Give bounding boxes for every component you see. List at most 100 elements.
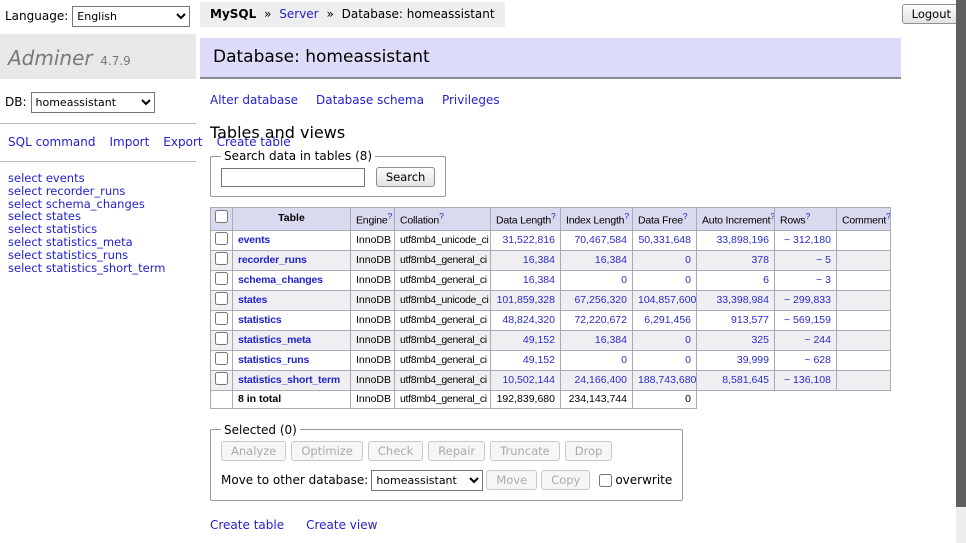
data-free-cell-link[interactable]: 0	[685, 354, 691, 366]
column-help-link[interactable]: ?	[770, 211, 774, 221]
row-checkbox[interactable]	[215, 232, 228, 245]
db-select[interactable]: homeassistant	[31, 92, 155, 113]
column-help-link[interactable]: ?	[388, 211, 393, 221]
data-length-cell-link[interactable]: 10,502,144	[502, 374, 555, 386]
rows-cell-link[interactable]: ~ 244	[804, 334, 831, 346]
table-name-link[interactable]: schema_changes	[238, 274, 323, 286]
index-length-cell-link[interactable]: 0	[621, 354, 627, 366]
select-all-checkbox[interactable]	[215, 210, 228, 223]
create-view-link[interactable]: Create view	[306, 518, 377, 532]
column-help-link[interactable]: ?	[805, 211, 810, 221]
sidebar-link-import[interactable]: Import	[109, 135, 149, 149]
sidebar-link-export[interactable]: Export	[163, 135, 202, 149]
index-length-cell-link[interactable]: 70,467,584	[574, 234, 627, 246]
auto-increment-cell-link[interactable]: 6	[763, 274, 769, 286]
create-table-link[interactable]: Create table	[210, 518, 284, 532]
vertical-scrollbar[interactable]	[956, 0, 966, 543]
data-length-cell-link[interactable]: 101,859,328	[497, 294, 555, 306]
row-checkbox[interactable]	[215, 312, 228, 325]
rows-cell-link[interactable]: ~ 136,108	[784, 374, 831, 386]
auto-increment-cell-link[interactable]: 378	[751, 254, 769, 266]
column-help-link[interactable]: ?	[439, 211, 444, 221]
column-help-link[interactable]: ?	[886, 211, 890, 221]
engine-cell: InnoDB	[351, 250, 395, 270]
sidebar-link-sql-command[interactable]: SQL command	[8, 135, 95, 149]
data-length-cell: 49,152	[491, 350, 561, 370]
page-title: Database: homeassistant	[200, 38, 901, 79]
table-name-link[interactable]: statistics_short_term	[238, 374, 340, 386]
rows-cell-link[interactable]: ~ 3	[816, 274, 831, 286]
row-checkbox[interactable]	[215, 332, 228, 345]
index-length-cell-link[interactable]: 24,166,400	[574, 374, 627, 386]
column-header-data-length: Data Length?	[491, 208, 561, 231]
data-length-cell-link[interactable]: 49,152	[523, 334, 555, 346]
move-db-select[interactable]: homeassistant	[371, 470, 483, 491]
row-checkbox[interactable]	[215, 352, 228, 365]
column-help-link[interactable]: ?	[624, 211, 629, 221]
table-name-link[interactable]: statistics_runs	[238, 354, 309, 366]
data-length-cell-link[interactable]: 16,384	[523, 254, 555, 266]
rows-cell-link[interactable]: ~ 299,833	[784, 294, 831, 306]
breadcrumb-server-link[interactable]: Server	[279, 7, 318, 21]
rows-cell-link[interactable]: ~ 5	[816, 254, 831, 266]
index-length-cell-link[interactable]: 72,220,672	[574, 314, 627, 326]
data-free-cell-link[interactable]: 6,291,456	[644, 314, 691, 326]
auto-increment-cell-link[interactable]: 33,898,196	[716, 234, 769, 246]
auto-increment-cell-link[interactable]: 33,398,984	[716, 294, 769, 306]
index-length-cell-link[interactable]: 0	[621, 274, 627, 286]
data-length-cell-link[interactable]: 16,384	[523, 274, 555, 286]
table-row: statesInnoDButf8mb4_unicode_ci101,859,32…	[211, 290, 891, 310]
nav-link-alter-database[interactable]: Alter database	[210, 93, 298, 107]
row-checkbox[interactable]	[215, 292, 228, 305]
auto-increment-cell-link[interactable]: 325	[751, 334, 769, 346]
rows-cell-link[interactable]: ~ 312,180	[784, 234, 831, 246]
rows-cell-link[interactable]: ~ 569,159	[784, 314, 831, 326]
row-checkbox[interactable]	[215, 372, 228, 385]
auto-increment-cell-link[interactable]: 39,999	[737, 354, 769, 366]
scrollbar-thumb[interactable]	[956, 0, 966, 507]
main-content: MySQL » Server » Database: homeassistant…	[200, 0, 956, 543]
sidebar-divider-top	[0, 123, 196, 124]
nav-link-database-schema[interactable]: Database schema	[316, 93, 424, 107]
data-length-cell-link[interactable]: 48,824,320	[502, 314, 555, 326]
rows-cell-link[interactable]: ~ 628	[804, 354, 831, 366]
table-name-link[interactable]: statistics_meta	[238, 334, 311, 346]
row-checkbox[interactable]	[215, 272, 228, 285]
index-length-cell-link[interactable]: 67,256,320	[574, 294, 627, 306]
column-help-link[interactable]: ?	[551, 211, 556, 221]
table-name-link[interactable]: events	[238, 234, 270, 246]
row-checkbox[interactable]	[215, 252, 228, 265]
data-length-cell-link[interactable]: 49,152	[523, 354, 555, 366]
total-engine-cell: InnoDB	[351, 390, 395, 408]
sidebar-link-select-statistics-short-term[interactable]: select statistics_short_term	[8, 261, 165, 275]
data-free-cell: 0	[633, 270, 697, 290]
language-row: Language:English	[0, 0, 196, 27]
table-name-cell: statistics	[233, 310, 351, 330]
data-free-cell-link[interactable]: 0	[685, 334, 691, 346]
logout-button[interactable]: Logout	[902, 4, 961, 24]
data-free-cell-link[interactable]: 104,857,600	[638, 294, 696, 306]
language-select[interactable]: English	[72, 6, 190, 27]
breadcrumb: MySQL » Server » Database: homeassistant	[200, 2, 505, 27]
data-free-cell-link[interactable]: 0	[685, 274, 691, 286]
data-free-cell-link[interactable]: 50,331,648	[638, 234, 691, 246]
data-length-cell-link[interactable]: 31,522,816	[502, 234, 555, 246]
nav-link-privileges[interactable]: Privileges	[442, 93, 500, 107]
column-help-link[interactable]: ?	[683, 211, 688, 221]
auto-increment-cell-link[interactable]: 8,581,645	[722, 374, 769, 386]
search-input[interactable]	[221, 168, 365, 187]
data-free-cell-link[interactable]: 188,743,680	[638, 374, 696, 386]
index-length-cell-link[interactable]: 16,384	[595, 254, 627, 266]
auto-increment-cell-link[interactable]: 913,577	[731, 314, 769, 326]
index-length-cell-link[interactable]: 16,384	[595, 334, 627, 346]
engine-cell: InnoDB	[351, 230, 395, 250]
table-name-link[interactable]: states	[238, 294, 267, 306]
column-help: ?	[805, 211, 810, 221]
data-length-cell: 16,384	[491, 250, 561, 270]
overwrite-checkbox[interactable]	[599, 474, 612, 487]
search-button[interactable]: Search	[376, 167, 436, 187]
repair-button: Repair	[428, 441, 485, 461]
data-free-cell-link[interactable]: 0	[685, 254, 691, 266]
table-name-link[interactable]: statistics	[238, 314, 282, 326]
table-name-link[interactable]: recorder_runs	[238, 254, 307, 266]
